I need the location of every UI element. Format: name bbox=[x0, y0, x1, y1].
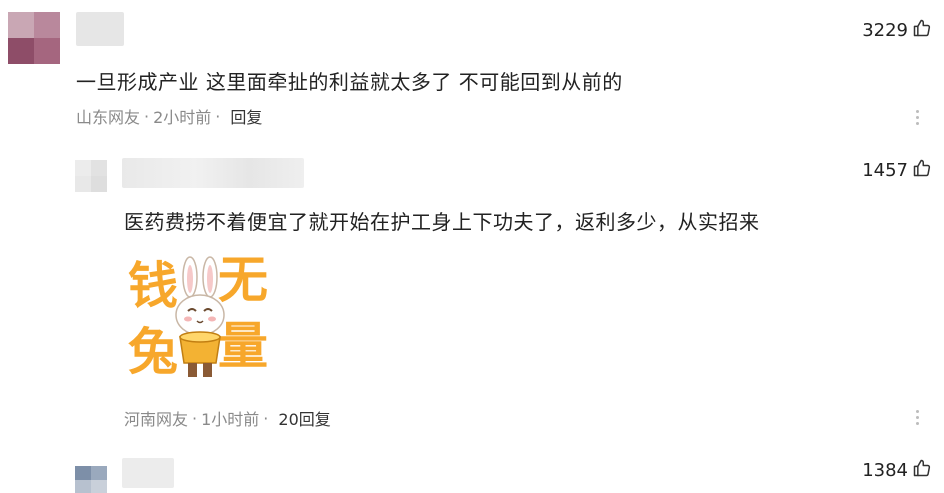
thumbs-up-icon bbox=[912, 18, 932, 43]
comment-location: 山东网友 bbox=[76, 108, 141, 127]
like-button[interactable]: 1384 bbox=[862, 458, 932, 483]
comment-list: 3229 一旦形成产业 这里面牵扯的利益就太多了 不可能回到从前的 山东网友 ·… bbox=[0, 0, 944, 493]
like-button[interactable]: 3229 bbox=[862, 18, 932, 43]
separator: · bbox=[215, 106, 221, 126]
like-count: 3229 bbox=[862, 20, 908, 41]
separator: · bbox=[192, 408, 198, 428]
comment-time: 2小时前 bbox=[153, 108, 212, 127]
emoji-sticker: 钱 无 兔 量 bbox=[128, 255, 270, 385]
comment-location: 河南网友 bbox=[124, 410, 189, 429]
comment-meta: 山东网友 · 2小时前 · 回复 bbox=[76, 104, 262, 128]
more-vertical-icon[interactable] bbox=[915, 410, 919, 425]
more-vertical-icon[interactable] bbox=[915, 110, 919, 125]
thumbs-up-icon bbox=[912, 458, 932, 483]
username-blurred[interactable] bbox=[122, 458, 174, 488]
username-blurred[interactable] bbox=[76, 12, 124, 46]
like-count: 1384 bbox=[862, 460, 908, 481]
username-blurred[interactable] bbox=[122, 158, 304, 188]
separator: · bbox=[144, 106, 150, 126]
like-count: 1457 bbox=[862, 160, 908, 181]
separator: · bbox=[263, 408, 269, 428]
avatar[interactable] bbox=[75, 160, 107, 192]
bunny-icon bbox=[175, 256, 225, 377]
comment-meta: 河南网友 · 1小时前 · 20回复 bbox=[124, 406, 331, 430]
avatar[interactable] bbox=[75, 466, 107, 493]
comment-time: 1小时前 bbox=[201, 410, 260, 429]
comment-text: 医药费捞不着便宜了就开始在护工身上下功夫了，返利多少，从实招来 bbox=[124, 210, 760, 234]
avatar[interactable] bbox=[8, 12, 60, 64]
thumbs-up-icon bbox=[912, 158, 932, 183]
like-button[interactable]: 1457 bbox=[862, 158, 932, 183]
reply-button[interactable]: 回复 bbox=[230, 104, 262, 128]
comment-text: 一旦形成产业 这里面牵扯的利益就太多了 不可能回到从前的 bbox=[76, 70, 623, 94]
reply-button[interactable]: 20回复 bbox=[278, 406, 330, 430]
